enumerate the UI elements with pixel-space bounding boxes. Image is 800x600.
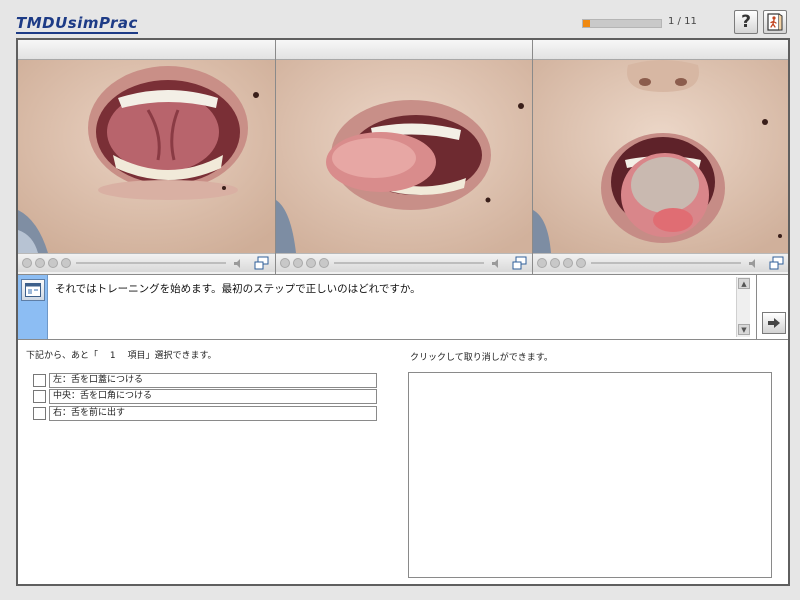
pause-button[interactable] [306,258,316,268]
app-logo: TMDUsimPrac [16,14,138,34]
next-button[interactable] [762,312,786,334]
video-frame-left[interactable] [18,60,275,253]
rewind-button[interactable] [280,258,290,268]
video-panel-right [532,40,788,274]
selected-answers-box[interactable] [408,372,772,578]
question-text: それではトレーニングを始めます。最初のステップで正しいのはどれですか。 [55,283,421,295]
progress-fill [583,20,591,27]
rewind-button[interactable] [22,258,32,268]
forward-button[interactable] [319,258,329,268]
pause-button[interactable] [48,258,58,268]
help-button[interactable]: ? [734,10,758,34]
option-checkbox[interactable] [33,407,46,420]
selection-instruction: 下記から、あと「 1 項目」選択できます。 [26,351,217,361]
mouth-open-image [18,60,275,253]
option-label[interactable]: 左：舌を口蓋につける [49,373,377,388]
window-icon [25,283,41,297]
tongue-side-image [276,60,532,253]
question-row: それではトレーニングを始めます。最初のステップで正しいのはどれですか。 ▲ ▼ [18,274,788,340]
video-title-bar [18,40,275,60]
fullscreen-icon[interactable] [769,256,784,270]
option-checkbox[interactable] [33,374,46,387]
scroll-down-arrow[interactable]: ▼ [738,324,750,335]
pause-button[interactable] [563,258,573,268]
forward-button[interactable] [61,258,71,268]
progress-counter: 1 / 11 [668,16,697,27]
seek-bar[interactable] [334,262,484,264]
fullscreen-icon[interactable] [254,256,269,270]
video-controls-center [276,253,532,272]
progress-bar [582,19,662,28]
fullscreen-icon[interactable] [512,256,527,270]
video-title-bar [533,40,788,60]
video-title-bar [276,40,532,60]
seek-bar[interactable] [76,262,226,264]
volume-icon[interactable] [749,259,758,268]
play-button[interactable] [35,258,45,268]
video-panel-center [275,40,532,274]
question-window-button[interactable] [21,279,45,301]
simprac-app: TMDUsimPrac 1 / 11 ? それではトレーニングを始めます。最初の… [0,0,800,600]
video-panel-left [18,40,275,274]
question-divider [756,275,757,339]
video-frame-center[interactable] [276,60,532,253]
undo-hint: クリックして取り消しができます。 [410,353,553,363]
question-icon: ? [741,12,751,32]
play-button[interactable] [293,258,303,268]
tongue-out-image [533,60,788,253]
scroll-up-arrow[interactable]: ▲ [738,278,750,289]
volume-icon[interactable] [234,259,243,268]
option-label[interactable]: 右：舌を前に出す [49,406,377,421]
video-frame-right[interactable] [533,60,788,253]
arrow-right-icon [768,318,780,328]
forward-button[interactable] [576,258,586,268]
option-label[interactable]: 中央：舌を口角につける [49,389,377,404]
rewind-button[interactable] [537,258,547,268]
main-frame: それではトレーニングを始めます。最初のステップで正しいのはどれですか。 ▲ ▼ … [16,38,790,586]
question-scrollbar[interactable]: ▲ ▼ [736,277,750,337]
option-checkbox[interactable] [33,390,46,403]
seek-bar[interactable] [591,262,741,264]
question-sidebar [18,275,48,339]
video-controls-left [18,253,275,272]
volume-icon[interactable] [492,259,501,268]
exit-door-icon [767,13,783,31]
play-button[interactable] [550,258,560,268]
video-controls-right [533,253,788,272]
exit-button[interactable] [763,10,787,34]
